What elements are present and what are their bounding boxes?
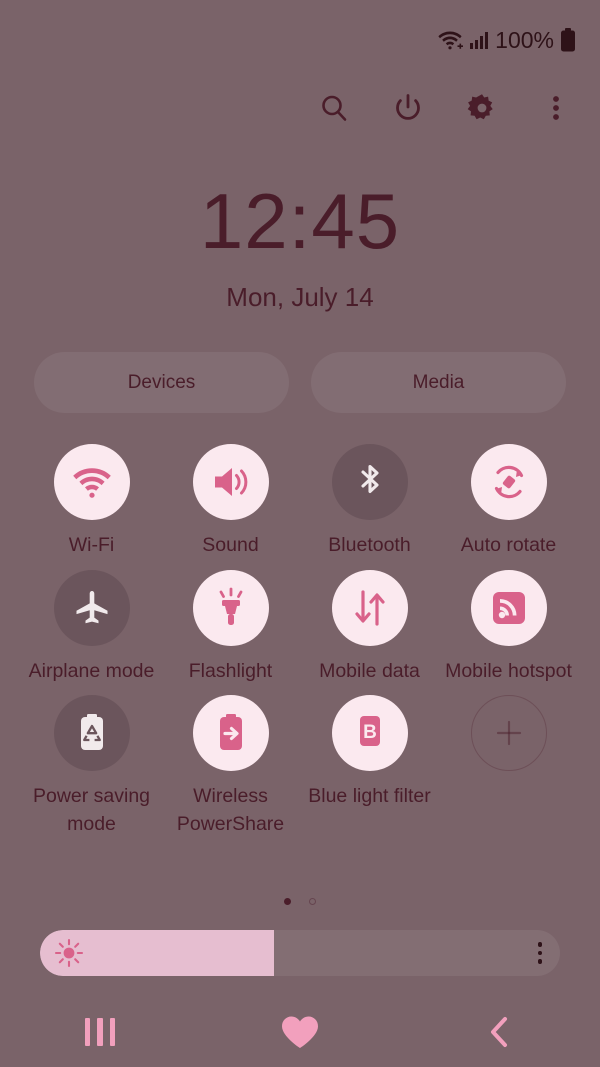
toggle-mobile-data[interactable]: Mobile data	[300, 566, 439, 686]
navigation-bar	[0, 997, 600, 1067]
airplane-icon	[76, 590, 107, 623]
volume-icon	[214, 468, 247, 496]
battery-full-icon	[560, 28, 576, 52]
toggle-blue-light-filter[interactable]: B Blue light filter	[300, 691, 439, 838]
toggle-bluetooth[interactable]: Bluetooth	[300, 440, 439, 560]
quick-settings-panel: 100% 12:45 Mon, July 14 Devices Media Wi…	[0, 0, 600, 1067]
media-label: Media	[412, 371, 465, 393]
toggle-flashlight[interactable]: Flashlight	[161, 566, 300, 686]
toggle-label: Auto rotate	[460, 534, 557, 556]
auto-rotate-icon	[494, 465, 523, 499]
toggle-label: Flashlight	[188, 659, 273, 682]
toggle-label: Blue light filter	[308, 785, 431, 808]
toggle-label: Bluetooth	[328, 534, 411, 556]
bluetooth-icon	[360, 464, 379, 494]
toggle-label: Wireless PowerShare	[176, 785, 285, 836]
toggle-label: Wi-Fi	[68, 534, 115, 556]
add-tile-circle	[470, 695, 547, 772]
wifi-icon	[72, 468, 111, 498]
cellular-signal-icon	[469, 30, 489, 50]
add-toggle-button[interactable]	[439, 691, 578, 838]
toggle-wireless-powershare[interactable]: Wireless PowerShare	[161, 691, 300, 838]
gear-icon[interactable]	[462, 88, 502, 128]
page-dot[interactable]	[309, 898, 316, 905]
power-saving-tile-circle	[53, 695, 130, 772]
toggle-airplane-mode[interactable]: Airplane mode	[22, 566, 161, 686]
toggle-label: Mobile data	[319, 659, 420, 682]
power-icon[interactable]	[388, 88, 428, 128]
mobile-data-icon	[354, 590, 385, 626]
airplane-tile-circle	[53, 569, 130, 646]
powershare-icon	[219, 714, 242, 751]
quick-toggle-grid: Wi-Fi Sound Bluetooth Auto rotate Airpla…	[22, 440, 578, 839]
devices-button[interactable]: Devices	[34, 352, 289, 413]
status-bar: 100%	[0, 0, 600, 80]
blue-light-tile-circle: B	[331, 695, 408, 772]
toggle-power-saving-mode[interactable]: Power saving mode	[22, 691, 161, 838]
toggle-wifi[interactable]: Wi-Fi	[22, 440, 161, 560]
hotspot-icon	[492, 591, 525, 624]
hotspot-tile-circle	[470, 569, 547, 646]
wifi-icon	[437, 29, 464, 51]
mobile-data-tile-circle	[331, 569, 408, 646]
toggle-mobile-hotspot[interactable]: Mobile hotspot	[439, 566, 578, 686]
clock-date: Mon, July 14	[226, 282, 374, 312]
clock-time: 12:45	[199, 177, 401, 265]
page-dot-active[interactable]	[284, 898, 291, 905]
brightness-icon	[54, 938, 84, 968]
brightness-more-icon[interactable]	[537, 942, 542, 964]
toggle-label: Sound	[202, 534, 259, 556]
svg-text:B: B	[363, 722, 377, 743]
bluetooth-tile-circle	[331, 444, 408, 520]
add-icon	[496, 721, 521, 746]
flashlight-icon	[219, 587, 242, 625]
brightness-slider[interactable]	[40, 930, 560, 976]
heart-home-icon[interactable]	[255, 1004, 345, 1060]
toggle-label: Mobile hotspot	[445, 659, 572, 682]
toggle-auto-rotate[interactable]: Auto rotate	[439, 440, 578, 560]
clock-block: 12:45 Mon, July 14	[0, 182, 600, 313]
devices-label: Devices	[127, 371, 196, 393]
battery-percent-label: 100%	[495, 26, 554, 53]
toggle-sound[interactable]: Sound	[161, 440, 300, 560]
blue-light-icon: B	[359, 716, 380, 747]
toggle-label: Airplane mode	[28, 659, 155, 682]
recents-icon[interactable]	[55, 1004, 145, 1060]
more-vertical-icon[interactable]	[536, 88, 576, 128]
sound-tile-circle	[192, 444, 269, 520]
auto-rotate-tile-circle	[470, 444, 547, 520]
toggle-label: Power saving mode	[32, 785, 151, 836]
back-chevron-icon[interactable]	[455, 1004, 545, 1060]
devices-media-row: Devices Media	[34, 352, 566, 413]
page-indicator	[0, 898, 600, 905]
search-icon[interactable]	[314, 88, 354, 128]
powershare-tile-circle	[192, 695, 269, 772]
flashlight-tile-circle	[192, 569, 269, 646]
power-saving-icon	[80, 714, 103, 751]
header-icon-row	[314, 88, 576, 128]
wifi-tile-circle	[53, 444, 130, 520]
media-button[interactable]: Media	[311, 352, 566, 413]
